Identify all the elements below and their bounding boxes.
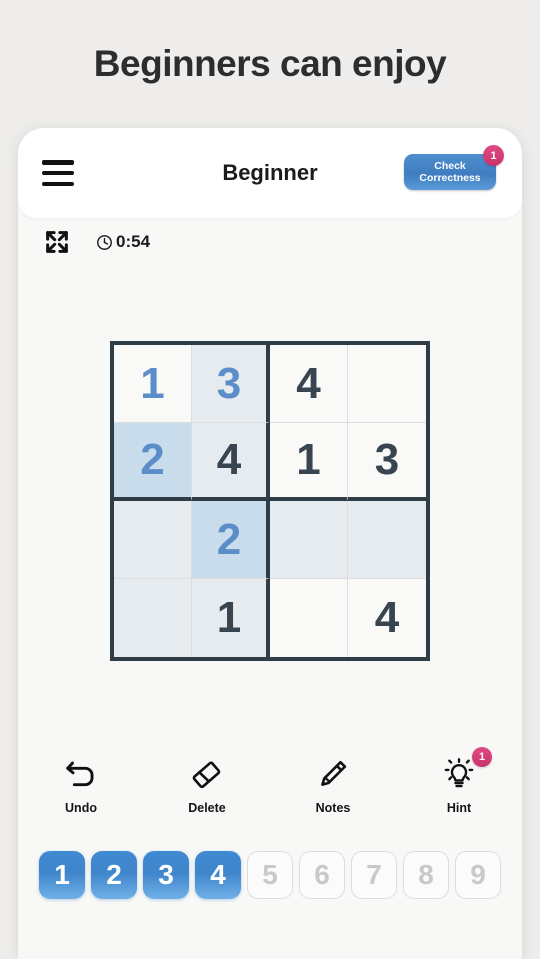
clock-icon	[96, 234, 113, 251]
sudoku-cell-r0c3[interactable]	[348, 345, 426, 423]
cell-value: 1	[296, 435, 321, 484]
tool-hint-button[interactable]: 1 Hint	[396, 747, 522, 839]
sudoku-board[interactable]: 1 3 4 2 4 1 3 2 1 4	[110, 341, 430, 661]
expand-fullscreen-icon[interactable]	[43, 228, 71, 256]
eraser-icon	[190, 753, 224, 795]
cell-value: 1	[216, 593, 242, 642]
cell-value: 1	[140, 358, 165, 408]
tool-label: Undo	[65, 801, 97, 815]
sudoku-cell-r1c2[interactable]: 1	[270, 423, 348, 501]
sudoku-cell-r3c0[interactable]	[114, 579, 192, 657]
cell-value: 3	[216, 358, 242, 408]
tool-label: Delete	[188, 801, 226, 815]
sudoku-cell-r3c3[interactable]: 4	[348, 579, 426, 657]
tool-undo-button[interactable]: Undo	[18, 753, 144, 839]
numpad-key-8[interactable]: 8	[403, 851, 449, 899]
sudoku-cell-r1c3[interactable]: 3	[348, 423, 426, 501]
numpad-key-5[interactable]: 5	[247, 851, 293, 899]
cell-value: 4	[374, 593, 400, 642]
number-pad: 123456789	[18, 851, 522, 907]
check-correctness-badge: 1	[483, 145, 504, 166]
numpad-key-9[interactable]: 9	[455, 851, 501, 899]
sudoku-cell-r2c0[interactable]	[114, 501, 192, 579]
tool-delete-button[interactable]: Delete	[144, 753, 270, 839]
numpad-key-7[interactable]: 7	[351, 851, 397, 899]
sudoku-cell-r0c0[interactable]: 1	[114, 345, 192, 423]
numpad-key-6[interactable]: 6	[299, 851, 345, 899]
tool-label: Hint	[446, 801, 472, 815]
check-correctness-wrap: Check Correctness 1	[404, 145, 504, 190]
cell-value: 4	[216, 435, 242, 484]
app-header: Beginner Check Correctness 1	[18, 128, 522, 218]
check-correctness-label-line1: Check	[434, 160, 466, 172]
app-card: Beginner Check Correctness 1 0:54 1 3 4 …	[18, 128, 522, 959]
pencil-icon	[316, 753, 350, 795]
timer-text: 0:54	[116, 232, 151, 251]
sudoku-cell-r2c2[interactable]	[270, 501, 348, 579]
promo-heading: Beginners can enjoy	[93, 43, 447, 84]
timer-group: 0:54	[96, 232, 150, 252]
sudoku-cell-r2c1[interactable]: 2	[192, 501, 270, 579]
sudoku-cell-r1c1[interactable]: 4	[192, 423, 270, 501]
status-row: 0:54	[18, 218, 522, 268]
tool-notes-button[interactable]: Notes	[270, 753, 396, 839]
numpad-key-3[interactable]: 3	[143, 851, 189, 899]
numpad-key-2[interactable]: 2	[91, 851, 137, 899]
sudoku-cell-r3c1[interactable]: 1	[192, 579, 270, 657]
tool-row: Undo Delete Notes 1 Hint	[18, 747, 522, 839]
sudoku-cell-r2c3[interactable]	[348, 501, 426, 579]
sudoku-cell-r0c1[interactable]: 3	[192, 345, 270, 423]
undo-arrow-icon	[64, 753, 98, 795]
sudoku-cell-r3c2[interactable]	[270, 579, 348, 657]
cell-value: 4	[296, 358, 321, 408]
tool-label: Notes	[315, 801, 351, 815]
sudoku-cell-r0c2[interactable]: 4	[270, 345, 348, 423]
cell-value: 2	[140, 435, 165, 484]
check-correctness-label-line2: Correctness	[419, 172, 481, 184]
hint-badge: 1	[472, 747, 492, 767]
numpad-key-4[interactable]: 4	[195, 851, 241, 899]
sudoku-cell-r1c0[interactable]: 2	[114, 423, 192, 501]
cell-value: 3	[374, 435, 400, 484]
check-correctness-button[interactable]: Check Correctness	[404, 154, 496, 190]
cell-value: 2	[216, 514, 242, 564]
numpad-key-1[interactable]: 1	[39, 851, 85, 899]
lightbulb-icon: 1	[442, 747, 492, 795]
